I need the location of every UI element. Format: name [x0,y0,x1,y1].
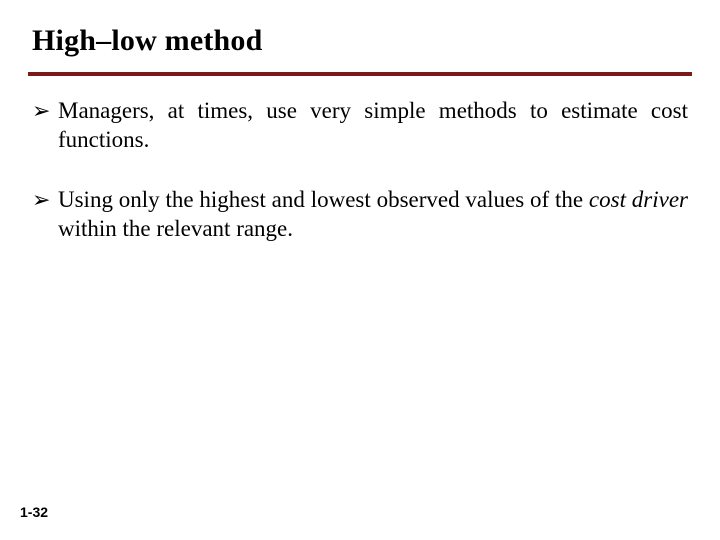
slide-title: High–low method [32,24,688,58]
page-number: 1-32 [20,504,48,520]
slide-body: ➢ Managers, at times, use very simple me… [32,96,688,274]
bullet-marker-icon: ➢ [32,185,58,214]
title-underline [28,72,692,76]
bullet-item: ➢ Managers, at times, use very simple me… [32,96,688,155]
bullet-text-after: within the relevant range. [58,216,293,241]
bullet-marker-icon: ➢ [32,96,58,125]
bullet-text: Managers, at times, use very simple meth… [58,96,688,155]
bullet-text-before: Using only the highest and lowest observ… [58,187,589,212]
bullet-text-italic: cost driver [589,187,688,212]
bullet-item: ➢ Using only the highest and lowest obse… [32,185,688,244]
bullet-text: Using only the highest and lowest observ… [58,185,688,244]
slide: High–low method ➢ Managers, at times, us… [0,0,720,540]
